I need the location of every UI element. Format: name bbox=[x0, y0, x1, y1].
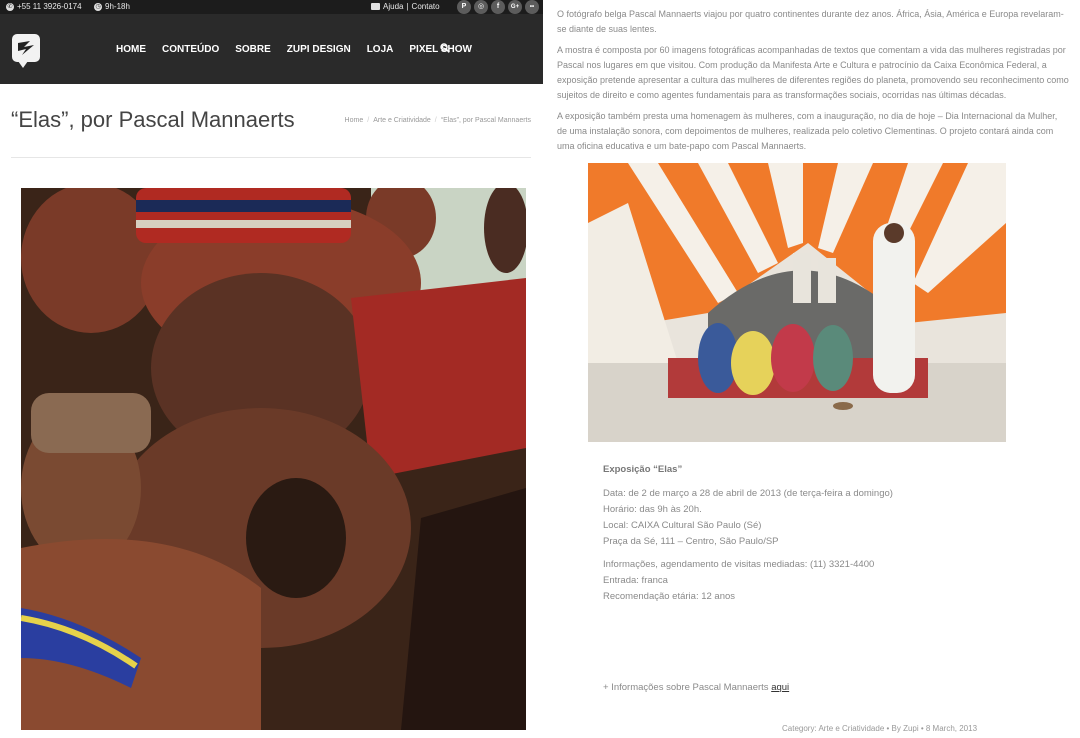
photo-kiss-illustration bbox=[21, 188, 526, 730]
exhibition-age-rating: Recomendação etária: 12 anos bbox=[603, 591, 736, 602]
top-bar: ✆ +55 11 3926-0174 ◷ 9h-18h Ajuda | Cont… bbox=[0, 0, 543, 14]
nav-sobre[interactable]: SOBRE bbox=[235, 44, 271, 55]
nav-conteudo[interactable]: CONTEÚDO bbox=[162, 44, 219, 55]
search-icon[interactable] bbox=[440, 43, 450, 53]
flickr-icon[interactable]: •• bbox=[525, 0, 539, 14]
separator: | bbox=[406, 2, 409, 11]
nav-zupi-design[interactable]: ZUPI DESIGN bbox=[287, 44, 351, 55]
zupi-logo[interactable] bbox=[12, 34, 40, 68]
phone-number: +55 11 3926-0174 bbox=[17, 2, 82, 11]
facebook-icon[interactable]: f bbox=[491, 0, 505, 14]
clock-icon: ◷ bbox=[94, 2, 102, 11]
exhibition-entry: Entrada: franca bbox=[603, 575, 668, 586]
nav-home[interactable]: HOME bbox=[116, 44, 146, 55]
mail-icon bbox=[371, 3, 380, 10]
contact-link[interactable]: Contato bbox=[412, 2, 440, 11]
google-plus-icon[interactable]: G+ bbox=[508, 0, 522, 14]
help-link[interactable]: Ajuda bbox=[383, 2, 403, 11]
exhibition-location: Local: CAIXA Cultural São Paulo (Sé) bbox=[603, 520, 762, 531]
phone-icon: ✆ bbox=[6, 2, 14, 11]
photo-tent-illustration bbox=[588, 163, 1006, 442]
logo-icon bbox=[18, 41, 34, 55]
more-info-text: + Informações sobre Pascal Mannaerts bbox=[603, 682, 772, 693]
instagram-icon[interactable]: ◎ bbox=[474, 0, 488, 14]
breadcrumb-separator: / bbox=[367, 117, 370, 124]
article-paragraph-1: O fotógrafo belga Pascal Mannaerts viajo… bbox=[557, 9, 1064, 34]
main-menu: HOME CONTEÚDO SOBRE ZUPI DESIGN LOJA PIX… bbox=[116, 44, 472, 55]
article-paragraph-3: A exposição também presta uma homenagem … bbox=[557, 111, 1058, 151]
exhibition-address: Praça da Sé, 111 – Centro, São Paulo/SP bbox=[603, 536, 779, 547]
title-divider bbox=[11, 157, 531, 158]
pinterest-icon[interactable]: P bbox=[457, 0, 471, 14]
exhibition-date: Data: de 2 de março a 28 de abril de 201… bbox=[603, 488, 893, 499]
nav-loja[interactable]: LOJA bbox=[367, 44, 394, 55]
breadcrumb-home[interactable]: Home bbox=[345, 117, 364, 124]
breadcrumb-current: “Elas”, por Pascal Mannaerts bbox=[440, 117, 531, 124]
article-photo-kiss bbox=[21, 188, 526, 730]
phone-item: ✆ +55 11 3926-0174 bbox=[6, 2, 82, 11]
more-info-link[interactable]: aqui bbox=[771, 682, 789, 693]
article-paragraph-2: A mostra é composta por 60 imagens fotog… bbox=[557, 45, 1069, 100]
breadcrumb: Home / Arte e Criatividade / “Elas”, por… bbox=[345, 117, 531, 124]
article-body: O fotógrafo belga Pascal Mannaerts viajo… bbox=[543, 0, 1080, 738]
article-photo-tent bbox=[588, 163, 1006, 442]
hours-item: ◷ 9h-18h bbox=[94, 2, 130, 11]
breadcrumb-category[interactable]: Arte e Criatividade bbox=[373, 117, 431, 124]
main-navbar: HOME CONTEÚDO SOBRE ZUPI DESIGN LOJA PIX… bbox=[0, 14, 543, 84]
business-hours: 9h-18h bbox=[105, 2, 130, 11]
help-contact: Ajuda | Contato bbox=[371, 2, 440, 11]
left-panel: ✆ +55 11 3926-0174 ◷ 9h-18h Ajuda | Cont… bbox=[0, 0, 543, 738]
breadcrumb-separator: / bbox=[434, 117, 437, 124]
exhibition-info-phone: Informações, agendamento de visitas medi… bbox=[603, 559, 875, 570]
exhibition-title: Exposição “Elas” bbox=[603, 464, 683, 475]
exhibition-time: Horário: das 9h às 20h. bbox=[603, 504, 702, 515]
social-links: P ◎ f G+ •• bbox=[457, 0, 539, 14]
more-info: + Informações sobre Pascal Mannaerts aqu… bbox=[603, 682, 789, 693]
page-title: “Elas”, por Pascal Mannaerts bbox=[11, 107, 295, 132]
post-meta: Category: Arte e Criatividade • By Zupi … bbox=[782, 724, 978, 733]
